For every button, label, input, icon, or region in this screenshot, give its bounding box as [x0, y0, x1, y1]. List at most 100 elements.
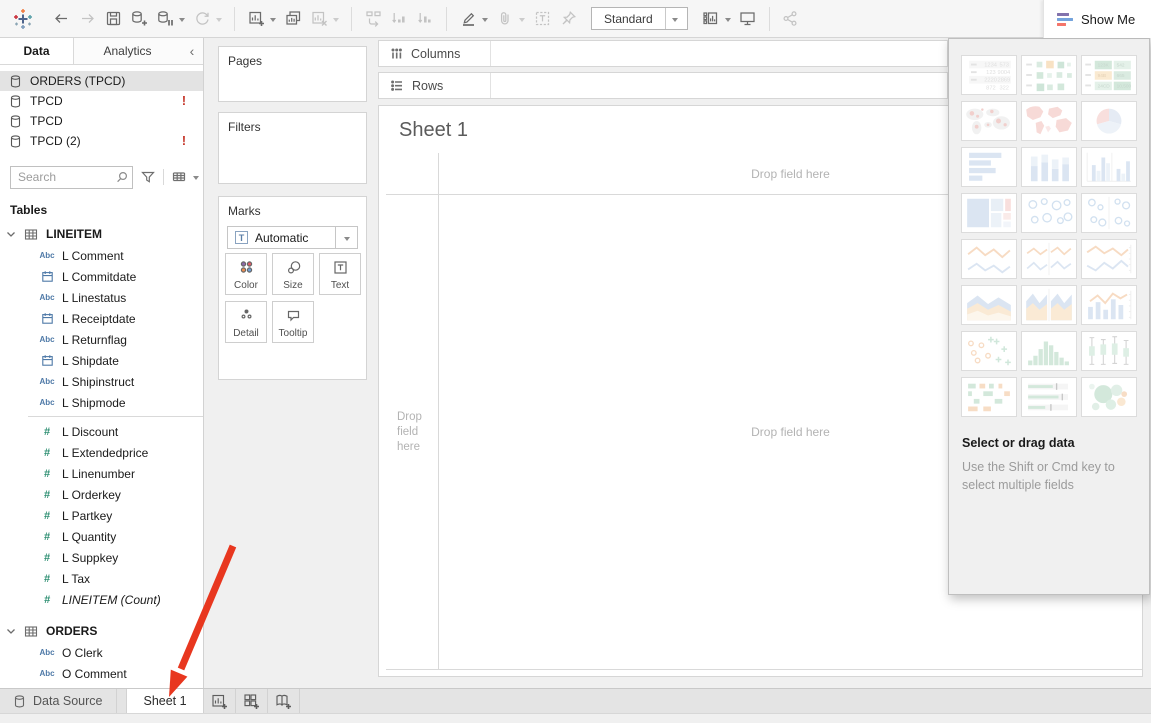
pause-auto-updates-caret[interactable]	[179, 18, 185, 25]
fit-dropdown-caret[interactable]	[665, 8, 687, 29]
showme-circle-views-thumbnail[interactable]	[1021, 193, 1077, 233]
marks-detail-button[interactable]: Detail	[225, 301, 267, 343]
text-label-button[interactable]	[529, 5, 555, 33]
field-l-linenumber[interactable]: #L Linenumber	[0, 463, 203, 484]
field-o-comment[interactable]: AbcO Comment	[0, 663, 203, 684]
mark-type-dropdown[interactable]: T Automatic	[227, 226, 358, 249]
new-worksheet-tab-button[interactable]	[204, 689, 236, 713]
marks-color-button[interactable]: Color	[225, 253, 267, 295]
sheet-tab-data-source[interactable]: Data Source	[0, 689, 117, 713]
fix-axes-button[interactable]	[555, 5, 581, 33]
fit-dropdown[interactable]: Standard	[591, 7, 688, 30]
drop-zone-rows[interactable]: Drop field here	[386, 195, 438, 669]
share-button[interactable]	[778, 5, 804, 33]
show-me-button[interactable]: Show Me	[1043, 0, 1151, 38]
showme-histogram-thumbnail[interactable]	[1021, 331, 1077, 371]
marks-tooltip-button[interactable]: Tooltip	[272, 301, 314, 343]
swap-rows-columns-button[interactable]	[360, 5, 386, 33]
marks-size-button[interactable]: Size	[272, 253, 314, 295]
showme-treemap-thumbnail[interactable]	[961, 193, 1017, 233]
field-l-shipdate[interactable]: L Shipdate	[0, 350, 203, 371]
tab-data[interactable]: Data	[0, 38, 74, 64]
showme-side-by-side-circles-thumbnail[interactable]	[1081, 193, 1137, 233]
field-l-quantity[interactable]: #L Quantity	[0, 526, 203, 547]
showme-scatter-plot-thumbnail[interactable]	[961, 331, 1017, 371]
duplicate-sheet-button[interactable]	[280, 5, 306, 33]
field-l-tax[interactable]: #L Tax	[0, 568, 203, 589]
undo-button[interactable]	[48, 5, 74, 33]
sort-descending-button[interactable]	[412, 5, 438, 33]
showme-horizontal-bars-thumbnail[interactable]	[961, 147, 1017, 187]
datasource-item[interactable]: TPCD!	[0, 91, 203, 111]
showme-stacked-bars-thumbnail[interactable]	[1021, 147, 1077, 187]
mark-type-caret[interactable]	[335, 227, 357, 248]
show-hide-cards-button[interactable]	[698, 5, 724, 33]
sheet-tab-sheet-1[interactable]: Sheet 1	[126, 689, 203, 713]
showme-lines-continuous-thumbnail[interactable]	[961, 239, 1017, 279]
field-l-commitdate[interactable]: L Commitdate	[0, 266, 203, 287]
paperclip-button[interactable]	[492, 5, 518, 33]
showme-box-and-whisker-thumbnail[interactable]	[1081, 331, 1137, 371]
showme-dual-lines-thumbnail[interactable]	[1081, 239, 1137, 279]
field-l-partkey[interactable]: #L Partkey	[0, 505, 203, 526]
tab-analytics[interactable]: Analytics	[74, 38, 181, 64]
showme-gantt-thumbnail[interactable]	[961, 377, 1017, 417]
paperclip-caret[interactable]	[519, 18, 525, 25]
show-hide-cards-caret[interactable]	[725, 18, 731, 25]
field-lineitem-count[interactable]: #LINEITEM (Count)	[0, 589, 203, 610]
showme-bullet-graph-thumbnail[interactable]	[1021, 377, 1077, 417]
redo-button[interactable]	[74, 5, 100, 33]
pause-auto-updates-button[interactable]	[152, 5, 178, 33]
field-l-linestatus[interactable]: AbcL Linestatus	[0, 287, 203, 308]
new-story-tab-button[interactable]	[268, 689, 300, 713]
field-l-comment[interactable]: AbcL Comment	[0, 245, 203, 266]
showme-area-continuous-thumbnail[interactable]	[961, 285, 1017, 325]
showme-pie-chart-thumbnail[interactable]	[1081, 101, 1137, 141]
chevron-down-icon[interactable]	[6, 231, 20, 238]
field-l-shipinstruct[interactable]: AbcL Shipinstruct	[0, 371, 203, 392]
clear-sheet-caret[interactable]	[333, 18, 339, 25]
field-l-discount[interactable]: #L Discount	[0, 421, 203, 442]
field-l-orderkey[interactable]: #L Orderkey	[0, 484, 203, 505]
highlight-button[interactable]	[455, 5, 481, 33]
view-as-grid-icon[interactable]	[171, 169, 187, 185]
presentation-mode-button[interactable]	[735, 5, 761, 33]
filters-card[interactable]: Filters	[218, 112, 367, 184]
showme-filled-map-thumbnail[interactable]	[1021, 101, 1077, 141]
run-auto-updates-caret[interactable]	[216, 18, 222, 25]
sort-ascending-button[interactable]	[386, 5, 412, 33]
showme-highlight-table-thumbnail[interactable]: 123K54294B66524CD10,500	[1081, 55, 1137, 95]
chevron-down-icon[interactable]	[6, 628, 20, 635]
filter-fields-icon[interactable]	[140, 169, 156, 185]
field-o-clerk[interactable]: AbcO Clerk	[0, 642, 203, 663]
showme-symbol-map-thumbnail[interactable]	[961, 101, 1017, 141]
pages-card[interactable]: Pages	[218, 46, 367, 102]
field-l-returnflag[interactable]: AbcL Returnflag	[0, 329, 203, 350]
showme-heat-map-thumbnail[interactable]	[1021, 55, 1077, 95]
new-dashboard-tab-button[interactable]	[236, 689, 268, 713]
datasource-item[interactable]: TPCD (2)!	[0, 131, 203, 151]
columns-shelf[interactable]: Columns	[378, 40, 948, 67]
datasource-item[interactable]: TPCD	[0, 111, 203, 131]
table-header-orders[interactable]: ORDERS	[0, 620, 203, 642]
new-worksheet-caret[interactable]	[270, 18, 276, 25]
showme-side-by-side-bars-thumbnail[interactable]	[1081, 147, 1137, 187]
highlight-caret[interactable]	[482, 18, 488, 25]
clear-sheet-button[interactable]	[306, 5, 332, 33]
field-l-receiptdate[interactable]: L Receiptdate	[0, 308, 203, 329]
showme-dual-combination-thumbnail[interactable]	[1081, 285, 1137, 325]
save-button[interactable]	[100, 5, 126, 33]
view-options-caret[interactable]	[193, 176, 199, 183]
showme-packed-bubbles-thumbnail[interactable]	[1081, 377, 1137, 417]
field-l-shipmode[interactable]: AbcL Shipmode	[0, 392, 203, 413]
new-worksheet-button[interactable]	[243, 5, 269, 33]
marks-text-button[interactable]: Text	[319, 253, 361, 295]
run-auto-updates-button[interactable]	[189, 5, 215, 33]
rows-shelf[interactable]: Rows	[378, 72, 948, 99]
new-data-source-button[interactable]	[126, 5, 152, 33]
showme-lines-discrete-thumbnail[interactable]	[1021, 239, 1077, 279]
collapse-pane-icon[interactable]: ‹	[181, 38, 203, 64]
field-l-suppkey[interactable]: #L Suppkey	[0, 547, 203, 568]
table-header-lineitem[interactable]: LINEITEM	[0, 223, 203, 245]
datasource-item[interactable]: ORDERS (TPCD)	[0, 71, 203, 91]
